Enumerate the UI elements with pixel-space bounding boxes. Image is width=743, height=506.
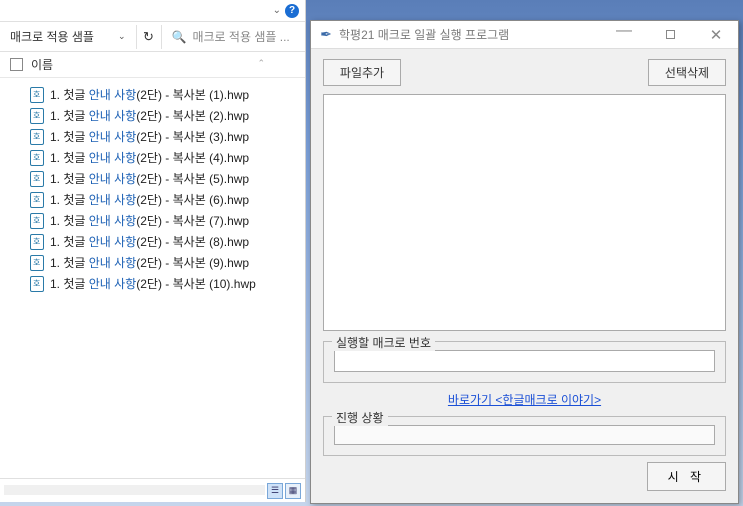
list-item[interactable]: 1. 첫글 안내 사항(2단) - 복사본 (2).hwp xyxy=(30,105,305,126)
select-all-checkbox[interactable] xyxy=(10,58,23,71)
bottom-row: 시 작 xyxy=(323,462,726,493)
hwp-file-icon xyxy=(30,129,44,145)
add-file-button[interactable]: 파일추가 xyxy=(323,59,401,86)
list-item[interactable]: 1. 첫글 안내 사항(2단) - 복사본 (4).hwp xyxy=(30,147,305,168)
view-details-button[interactable]: ☰ xyxy=(267,483,283,499)
list-item[interactable]: 1. 첫글 안내 사항(2단) - 복사본 (10).hwp xyxy=(30,273,305,294)
hwp-file-icon xyxy=(30,213,44,229)
close-button[interactable]: ✕ xyxy=(696,22,736,48)
hwp-file-icon xyxy=(30,150,44,166)
progress-bar xyxy=(334,425,715,445)
list-item[interactable]: 1. 첫글 안내 사항(2단) - 복사본 (9).hwp xyxy=(30,252,305,273)
app-body: 파일추가 선택삭제 실행할 매크로 번호 바로가기 <한글매크로 이야기> 진행… xyxy=(311,49,738,503)
hwp-file-icon xyxy=(30,171,44,187)
hwp-file-icon xyxy=(30,234,44,250)
chevron-down-icon: ⌄ xyxy=(118,31,126,42)
list-item[interactable]: 1. 첫글 안내 사항(2단) - 복사본 (6).hwp xyxy=(30,189,305,210)
progress-fieldset: 진행 상황 xyxy=(323,416,726,456)
search-icon: 🔍 xyxy=(172,30,187,44)
list-item[interactable]: 1. 첫글 안내 사항(2단) - 복사본 (1).hwp xyxy=(30,84,305,105)
location-label: 매크로 적용 샘플 xyxy=(10,28,94,45)
file-name: 1. 첫글 안내 사항(2단) - 복사본 (7).hwp xyxy=(50,212,249,229)
file-list: 1. 첫글 안내 사항(2단) - 복사본 (1).hwp 1. 첫글 안내 사항… xyxy=(0,78,305,478)
shortcut-link[interactable]: 바로가기 <한글매크로 이야기> xyxy=(448,393,601,407)
window-title: 학평21 매크로 일괄 실행 프로그램 xyxy=(339,26,598,43)
titlebar[interactable]: ✒ 학평21 매크로 일괄 실행 프로그램 — ✕ xyxy=(311,21,738,49)
explorer-toolbar: 매크로 적용 샘플 ⌄ ↻ 🔍 매크로 적용 샘플 ... xyxy=(0,22,305,52)
file-name: 1. 첫글 안내 사항(2단) - 복사본 (3).hwp xyxy=(50,128,249,145)
file-name: 1. 첫글 안내 사항(2단) - 복사본 (6).hwp xyxy=(50,191,249,208)
macro-number-label: 실행할 매크로 번호 xyxy=(332,334,435,351)
chevron-down-icon[interactable]: ⌄ xyxy=(273,5,281,16)
list-item[interactable]: 1. 첫글 안내 사항(2단) - 복사본 (8).hwp xyxy=(30,231,305,252)
start-button[interactable]: 시 작 xyxy=(647,462,726,491)
explorer-statusbar: ☰ ▦ xyxy=(0,478,305,502)
file-queue-listbox[interactable] xyxy=(323,94,726,331)
progress-label: 진행 상황 xyxy=(332,409,388,426)
hwp-file-icon xyxy=(30,192,44,208)
maximize-button[interactable] xyxy=(650,22,690,48)
shortcut-link-row: 바로가기 <한글매크로 이야기> xyxy=(323,391,726,408)
list-item[interactable]: 1. 첫글 안내 사항(2단) - 복사본 (3).hwp xyxy=(30,126,305,147)
column-header: 이름 ⌃ xyxy=(0,52,305,78)
search-placeholder: 매크로 적용 샘플 ... xyxy=(192,28,289,45)
hwp-file-icon xyxy=(30,276,44,292)
minimize-button[interactable]: — xyxy=(604,18,644,44)
delete-selected-button[interactable]: 선택삭제 xyxy=(648,59,726,86)
hwp-file-icon xyxy=(30,255,44,271)
app-window: ✒ 학평21 매크로 일괄 실행 프로그램 — ✕ 파일추가 선택삭제 실행할 … xyxy=(310,20,739,504)
list-item[interactable]: 1. 첫글 안내 사항(2단) - 복사본 (5).hwp xyxy=(30,168,305,189)
macro-number-input[interactable] xyxy=(334,350,715,372)
search-input[interactable]: 🔍 매크로 적용 샘플 ... xyxy=(166,28,302,45)
file-name: 1. 첫글 안내 사항(2단) - 복사본 (5).hwp xyxy=(50,170,249,187)
explorer-topbar: ⌄ ? xyxy=(0,0,305,22)
feather-icon: ✒ xyxy=(319,28,333,42)
view-icons-button[interactable]: ▦ xyxy=(285,483,301,499)
location-dropdown[interactable]: 매크로 적용 샘플 ⌄ xyxy=(4,25,132,48)
macro-number-fieldset: 실행할 매크로 번호 xyxy=(323,341,726,383)
explorer-pane: ⌄ ? 매크로 적용 샘플 ⌄ ↻ 🔍 매크로 적용 샘플 ... 이름 ⌃ 1… xyxy=(0,0,306,502)
file-name: 1. 첫글 안내 사항(2단) - 복사본 (2).hwp xyxy=(50,107,249,124)
column-name-label[interactable]: 이름 xyxy=(31,56,53,73)
column-resize-handle[interactable]: ⌃ xyxy=(257,58,265,69)
hwp-file-icon xyxy=(30,87,44,103)
file-name: 1. 첫글 안내 사항(2단) - 복사본 (4).hwp xyxy=(50,149,249,166)
hwp-file-icon xyxy=(30,108,44,124)
file-name: 1. 첫글 안내 사항(2단) - 복사본 (10).hwp xyxy=(50,275,256,292)
list-item[interactable]: 1. 첫글 안내 사항(2단) - 복사본 (7).hwp xyxy=(30,210,305,231)
file-name: 1. 첫글 안내 사항(2단) - 복사본 (1).hwp xyxy=(50,86,249,103)
horizontal-scrollbar[interactable] xyxy=(4,485,265,495)
refresh-button[interactable]: ↻ xyxy=(136,25,162,49)
file-name: 1. 첫글 안내 사항(2단) - 복사본 (9).hwp xyxy=(50,254,249,271)
toolbar-row: 파일추가 선택삭제 xyxy=(323,59,726,86)
file-name: 1. 첫글 안내 사항(2단) - 복사본 (8).hwp xyxy=(50,233,249,250)
help-icon[interactable]: ? xyxy=(285,4,299,18)
